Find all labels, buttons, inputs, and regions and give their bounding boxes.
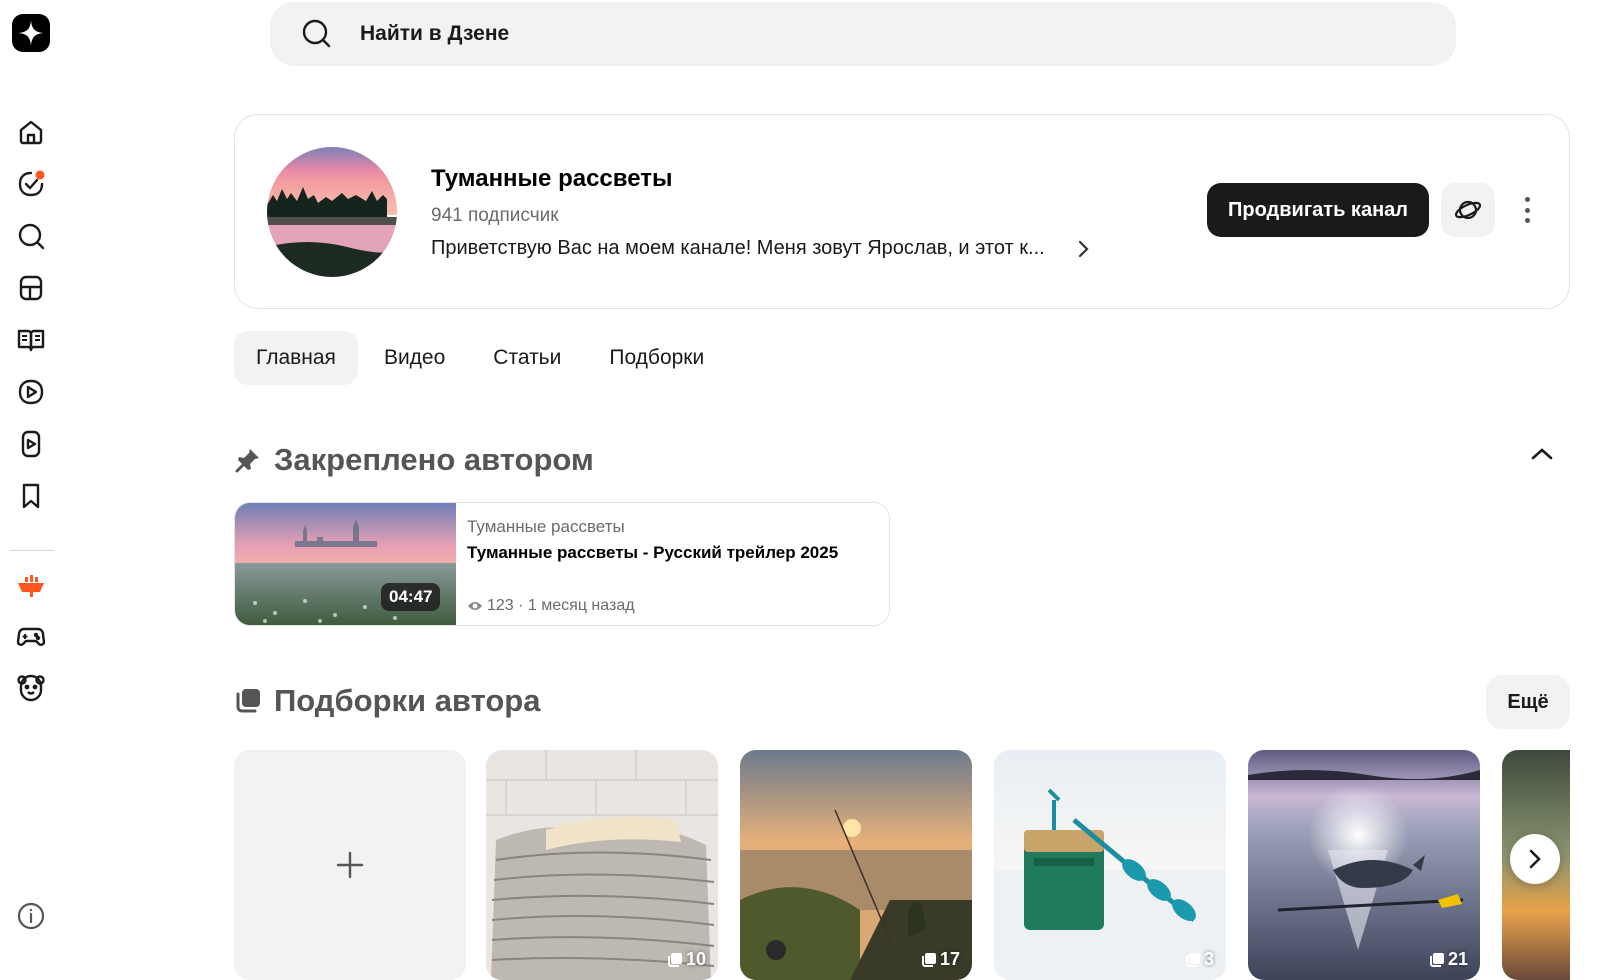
plus-icon (336, 851, 364, 879)
dzen-logo-icon[interactable] (12, 14, 50, 52)
pinned-video-title[interactable]: Туманные рассветы - Русский трейлер 2025 (467, 543, 838, 563)
pinned-section-title: Закреплено автором (234, 442, 594, 478)
sidebar-divider (10, 550, 54, 551)
sidebar (0, 0, 64, 973)
pinned-video-meta: 123 · 1 месяц назад (467, 597, 635, 615)
info-icon[interactable] (15, 900, 47, 932)
promote-channel-button[interactable]: Продвигать канал (1207, 183, 1429, 237)
channel-tabs: Главная Видео Статьи Подборки (234, 331, 730, 385)
video-thumbnail[interactable]: 04:47 (235, 503, 456, 625)
search-icon[interactable] (15, 220, 47, 252)
tab-articles[interactable]: Статьи (471, 331, 583, 385)
collections-small-icon (667, 952, 682, 967)
collection-item-count: 21 (1429, 949, 1468, 970)
tab-collections[interactable]: Подборки (587, 331, 726, 385)
eye-icon (468, 602, 482, 610)
chevron-right-icon (1529, 849, 1541, 869)
planet-icon[interactable] (1441, 183, 1495, 237)
subscriptions-icon[interactable] (15, 168, 47, 200)
games-icon[interactable] (15, 620, 47, 652)
subscriber-count: 941 подписчик (431, 205, 559, 226)
channel-description[interactable]: Приветствую Вас на моем канале! Меня зов… (431, 237, 1045, 260)
studio-ship-icon[interactable] (15, 570, 47, 602)
collections-small-icon (921, 952, 936, 967)
video-duration: 04:47 (381, 583, 441, 611)
search-bar[interactable] (270, 2, 1456, 66)
tab-main[interactable]: Главная (234, 331, 358, 385)
chevron-right-icon[interactable] (1077, 237, 1091, 266)
bookmark-icon[interactable] (15, 480, 47, 512)
pinned-video-card[interactable]: 04:47 Туманные рассветы Туманные рассвет… (234, 502, 890, 626)
pinned-channel-name[interactable]: Туманные рассветы (467, 517, 625, 537)
collection-item-count: 10 (667, 949, 706, 970)
collections-section-title: Подборки автора (234, 683, 540, 719)
more-collections-button[interactable]: Ещё (1486, 675, 1570, 729)
more-options-icon[interactable] (1517, 195, 1537, 225)
collection-card[interactable]: 17 (740, 750, 972, 980)
collection-item-count: 17 (921, 949, 960, 970)
collection-card[interactable]: 21 (1248, 750, 1480, 980)
tab-video[interactable]: Видео (362, 331, 467, 385)
news-icon[interactable] (15, 272, 47, 304)
search-input[interactable] (360, 14, 1260, 54)
channel-title: Туманные рассветы (431, 165, 673, 192)
chevron-up-icon[interactable] (1530, 446, 1554, 467)
carousel-next-button[interactable] (1510, 834, 1560, 884)
kids-bear-icon[interactable] (15, 672, 47, 704)
channel-header-card: Туманные рассветы 941 подписчик Приветст… (234, 114, 1570, 309)
collections-small-icon (1185, 952, 1200, 967)
collection-card[interactable]: 3 (994, 750, 1226, 980)
video-icon[interactable] (15, 376, 47, 408)
collection-item-count: 3 (1185, 949, 1214, 970)
home-icon[interactable] (15, 116, 47, 148)
search-bar-icon (302, 19, 331, 48)
collections-small-icon (1429, 952, 1444, 967)
collections-icon (236, 689, 260, 713)
collections-carousel: 10 17 3 21 (234, 750, 1570, 980)
channel-avatar[interactable] (267, 147, 397, 277)
pin-icon (235, 449, 259, 473)
articles-icon[interactable] (15, 324, 47, 356)
shorts-icon[interactable] (15, 428, 47, 460)
collection-card[interactable]: 10 (486, 750, 718, 980)
add-collection-button[interactable] (234, 750, 466, 980)
